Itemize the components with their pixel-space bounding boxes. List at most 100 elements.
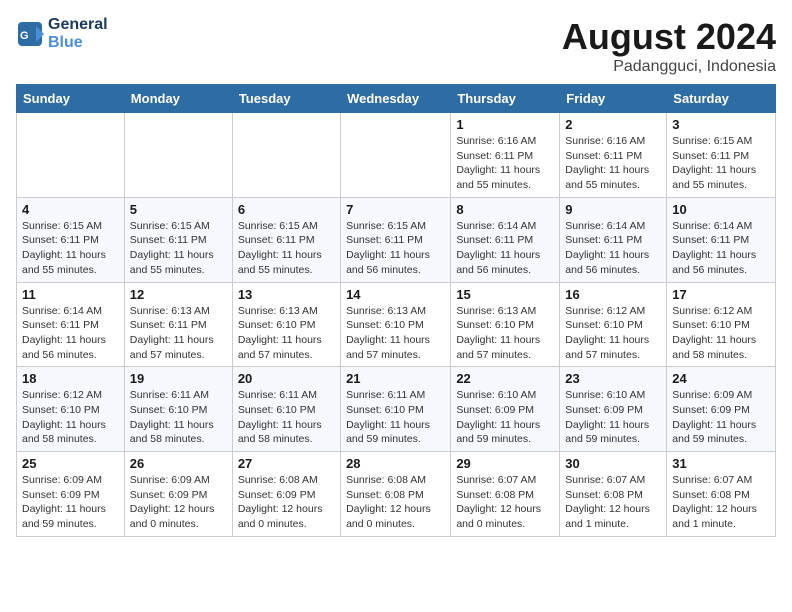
day-detail: Sunrise: 6:13 AM Sunset: 6:10 PM Dayligh… bbox=[238, 304, 335, 363]
day-number: 6 bbox=[238, 202, 335, 217]
weekday-header: Thursday bbox=[451, 85, 560, 113]
day-number: 19 bbox=[130, 371, 227, 386]
calendar-week-row: 18Sunrise: 6:12 AM Sunset: 6:10 PM Dayli… bbox=[17, 367, 776, 452]
page-title: August 2024 bbox=[562, 16, 776, 58]
calendar-cell: 10 Sunrise: 6:14 AM Sunset: 6:11 PM Dayli… bbox=[667, 197, 776, 282]
day-detail: Sunrise: 6:12 AM Sunset: 6:10 PM Dayligh… bbox=[672, 304, 770, 363]
weekday-header: Tuesday bbox=[232, 85, 340, 113]
day-number: 15 bbox=[456, 287, 554, 302]
day-detail: Sunrise: 6:07 AM Sunset: 6:08 PM Dayligh… bbox=[672, 473, 770, 532]
day-number: 24 bbox=[672, 371, 770, 386]
calendar-table: SundayMondayTuesdayWednesdayThursdayFrid… bbox=[16, 84, 776, 537]
weekday-header: Sunday bbox=[17, 85, 125, 113]
day-detail: Sunrise: 6:15 AM Sunset: 6:11 PM Dayligh… bbox=[346, 219, 445, 278]
calendar-cell: 25Sunrise: 6:09 AM Sunset: 6:09 PM Dayli… bbox=[17, 452, 125, 537]
day-number: 5 bbox=[130, 202, 227, 217]
day-number: 31 bbox=[672, 456, 770, 471]
day-number: 20 bbox=[238, 371, 335, 386]
day-number: 3 bbox=[672, 117, 770, 132]
calendar-week-row: 25Sunrise: 6:09 AM Sunset: 6:09 PM Dayli… bbox=[17, 452, 776, 537]
day-detail: Sunrise: 6:15 AM Sunset: 6:11 PM Dayligh… bbox=[22, 219, 119, 278]
day-detail: Sunrise: 6:08 AM Sunset: 6:08 PM Dayligh… bbox=[346, 473, 445, 532]
day-detail: Sunrise: 6:14 AM Sunset: 6:11 PM Dayligh… bbox=[672, 219, 770, 278]
day-number: 17 bbox=[672, 287, 770, 302]
day-number: 27 bbox=[238, 456, 335, 471]
weekday-header: Saturday bbox=[667, 85, 776, 113]
day-detail: Sunrise: 6:14 AM Sunset: 6:11 PM Dayligh… bbox=[456, 219, 554, 278]
calendar-cell: 13 Sunrise: 6:13 AM Sunset: 6:10 PM Dayli… bbox=[232, 282, 340, 367]
day-number: 4 bbox=[22, 202, 119, 217]
day-number: 10 bbox=[672, 202, 770, 217]
day-number: 1 bbox=[456, 117, 554, 132]
day-number: 30 bbox=[565, 456, 661, 471]
svg-text:G: G bbox=[20, 30, 29, 42]
day-detail: Sunrise: 6:13 AM Sunset: 6:11 PM Dayligh… bbox=[130, 304, 227, 363]
day-detail: Sunrise: 6:16 AM Sunset: 6:11 PM Dayligh… bbox=[456, 134, 554, 193]
day-detail: Sunrise: 6:12 AM Sunset: 6:10 PM Dayligh… bbox=[565, 304, 661, 363]
logo-text-general: General bbox=[48, 16, 108, 33]
calendar-week-row: 11Sunrise: 6:14 AM Sunset: 6:11 PM Dayli… bbox=[17, 282, 776, 367]
calendar-cell: 22 Sunrise: 6:10 AM Sunset: 6:09 PM Dayli… bbox=[451, 367, 560, 452]
calendar-cell: 2Sunrise: 6:16 AM Sunset: 6:11 PM Daylig… bbox=[560, 113, 667, 198]
day-detail: Sunrise: 6:15 AM Sunset: 6:11 PM Dayligh… bbox=[130, 219, 227, 278]
calendar-cell: 17 Sunrise: 6:12 AM Sunset: 6:10 PM Dayli… bbox=[667, 282, 776, 367]
day-number: 23 bbox=[565, 371, 661, 386]
day-detail: Sunrise: 6:13 AM Sunset: 6:10 PM Dayligh… bbox=[456, 304, 554, 363]
calendar-cell: 26Sunrise: 6:09 AM Sunset: 6:09 PM Dayli… bbox=[124, 452, 232, 537]
day-number: 21 bbox=[346, 371, 445, 386]
day-number: 28 bbox=[346, 456, 445, 471]
day-number: 18 bbox=[22, 371, 119, 386]
calendar-cell: 20 Sunrise: 6:11 AM Sunset: 6:10 PM Dayli… bbox=[232, 367, 340, 452]
day-number: 7 bbox=[346, 202, 445, 217]
calendar-week-row: 1 Sunrise: 6:16 AM Sunset: 6:11 PM Daylig… bbox=[17, 113, 776, 198]
calendar-cell: 1 Sunrise: 6:16 AM Sunset: 6:11 PM Daylig… bbox=[451, 113, 560, 198]
day-detail: Sunrise: 6:10 AM Sunset: 6:09 PM Dayligh… bbox=[456, 388, 554, 447]
calendar-cell: 23 Sunrise: 6:10 AM Sunset: 6:09 PM Dayli… bbox=[560, 367, 667, 452]
calendar-cell bbox=[124, 113, 232, 198]
day-number: 2 bbox=[565, 117, 661, 132]
weekday-header: Wednesday bbox=[341, 85, 451, 113]
calendar-cell: 7 Sunrise: 6:15 AM Sunset: 6:11 PM Daylig… bbox=[341, 197, 451, 282]
day-detail: Sunrise: 6:07 AM Sunset: 6:08 PM Dayligh… bbox=[456, 473, 554, 532]
calendar-cell: 6 Sunrise: 6:15 AM Sunset: 6:11 PM Daylig… bbox=[232, 197, 340, 282]
page-header: G General Blue August 2024 Padangguci, I… bbox=[16, 16, 776, 76]
weekday-header: Monday bbox=[124, 85, 232, 113]
day-number: 13 bbox=[238, 287, 335, 302]
calendar-header-row: SundayMondayTuesdayWednesdayThursdayFrid… bbox=[17, 85, 776, 113]
calendar-cell: 15 Sunrise: 6:13 AM Sunset: 6:10 PM Dayli… bbox=[451, 282, 560, 367]
day-detail: Sunrise: 6:15 AM Sunset: 6:11 PM Dayligh… bbox=[238, 219, 335, 278]
calendar-cell: 21 Sunrise: 6:11 AM Sunset: 6:10 PM Dayli… bbox=[341, 367, 451, 452]
calendar-cell: 5 Sunrise: 6:15 AM Sunset: 6:11 PM Daylig… bbox=[124, 197, 232, 282]
day-number: 22 bbox=[456, 371, 554, 386]
day-detail: Sunrise: 6:08 AM Sunset: 6:09 PM Dayligh… bbox=[238, 473, 335, 532]
logo-icon: G bbox=[16, 20, 44, 48]
logo: G General Blue bbox=[16, 16, 108, 51]
calendar-cell bbox=[17, 113, 125, 198]
calendar-cell: 29Sunrise: 6:07 AM Sunset: 6:08 PM Dayli… bbox=[451, 452, 560, 537]
calendar-cell: 9Sunrise: 6:14 AM Sunset: 6:11 PM Daylig… bbox=[560, 197, 667, 282]
day-detail: Sunrise: 6:13 AM Sunset: 6:10 PM Dayligh… bbox=[346, 304, 445, 363]
logo-text-blue: Blue bbox=[48, 34, 108, 52]
weekday-header: Friday bbox=[560, 85, 667, 113]
calendar-cell: 28 Sunrise: 6:08 AM Sunset: 6:08 PM Dayli… bbox=[341, 452, 451, 537]
calendar-cell: 27 Sunrise: 6:08 AM Sunset: 6:09 PM Dayli… bbox=[232, 452, 340, 537]
day-number: 11 bbox=[22, 287, 119, 302]
day-number: 8 bbox=[456, 202, 554, 217]
day-detail: Sunrise: 6:11 AM Sunset: 6:10 PM Dayligh… bbox=[238, 388, 335, 447]
day-detail: Sunrise: 6:11 AM Sunset: 6:10 PM Dayligh… bbox=[130, 388, 227, 447]
calendar-cell: 12 Sunrise: 6:13 AM Sunset: 6:11 PM Dayli… bbox=[124, 282, 232, 367]
calendar-cell: 3Sunrise: 6:15 AM Sunset: 6:11 PM Daylig… bbox=[667, 113, 776, 198]
day-detail: Sunrise: 6:09 AM Sunset: 6:09 PM Dayligh… bbox=[672, 388, 770, 447]
day-number: 16 bbox=[565, 287, 661, 302]
day-detail: Sunrise: 6:10 AM Sunset: 6:09 PM Dayligh… bbox=[565, 388, 661, 447]
day-number: 12 bbox=[130, 287, 227, 302]
calendar-cell: 8 Sunrise: 6:14 AM Sunset: 6:11 PM Daylig… bbox=[451, 197, 560, 282]
title-block: August 2024 Padangguci, Indonesia bbox=[562, 16, 776, 76]
day-detail: Sunrise: 6:14 AM Sunset: 6:11 PM Dayligh… bbox=[565, 219, 661, 278]
day-number: 25 bbox=[22, 456, 119, 471]
calendar-cell: 11Sunrise: 6:14 AM Sunset: 6:11 PM Dayli… bbox=[17, 282, 125, 367]
day-detail: Sunrise: 6:11 AM Sunset: 6:10 PM Dayligh… bbox=[346, 388, 445, 447]
calendar-cell bbox=[341, 113, 451, 198]
calendar-cell: 18Sunrise: 6:12 AM Sunset: 6:10 PM Dayli… bbox=[17, 367, 125, 452]
calendar-week-row: 4 Sunrise: 6:15 AM Sunset: 6:11 PM Daylig… bbox=[17, 197, 776, 282]
